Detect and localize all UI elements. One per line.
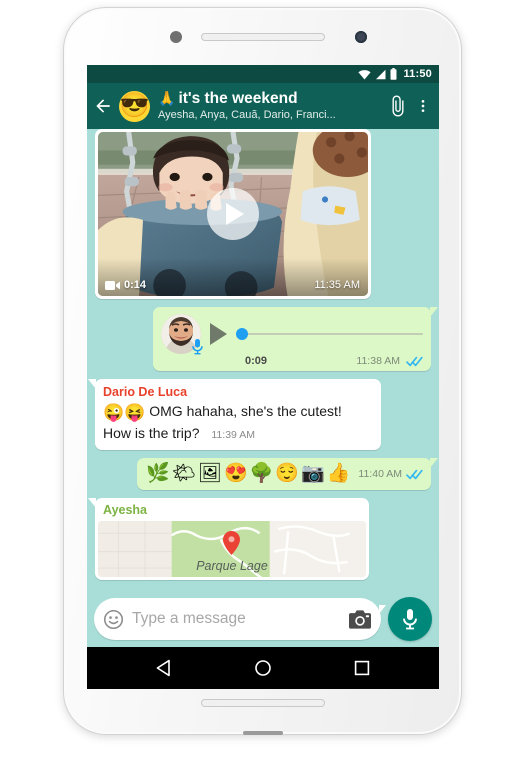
emoji-2: 🖼: [197, 463, 223, 484]
page-title: it's the weekend: [178, 90, 298, 107]
voice-message-bubble[interactable]: 0:09 11:38 AM: [153, 307, 438, 371]
chat-title-block[interactable]: 🙏 it's the weekend Ayesha, Anya, Cauã, D…: [156, 90, 381, 122]
video-thumbnail[interactable]: 0:14 11:35 AM: [98, 132, 368, 296]
video-camera-icon: [105, 280, 120, 290]
page-root: 11:50 😎 🙏 it's the weekend Ayesha, Anya,…: [0, 0, 525, 762]
chat-title-row: 🙏 it's the weekend: [158, 90, 381, 107]
emoji-4: 🌳: [249, 463, 274, 484]
voice-duration-text: 0:09: [245, 355, 268, 367]
message-sender-name: Ayesha: [103, 503, 148, 517]
voice-progress-slider[interactable]: [236, 326, 423, 342]
title-emoji: 🙏: [158, 90, 176, 106]
back-arrow-icon[interactable]: [93, 96, 113, 116]
avatar[interactable]: [161, 314, 203, 355]
voice-progress-knob[interactable]: [236, 328, 248, 340]
bubble-tail: [88, 498, 96, 508]
play-icon[interactable]: [207, 188, 259, 240]
nav-recents-square-icon[interactable]: [353, 659, 371, 677]
search-input[interactable]: Type a message: [132, 610, 341, 628]
map-pin-icon: [223, 531, 240, 555]
paperclip-icon[interactable]: [387, 95, 409, 117]
wifi-icon: [358, 69, 372, 79]
voice-progress-track: [236, 332, 423, 336]
chat-participants: Ayesha, Anya, Cauã, Dario, Franci...: [158, 109, 336, 121]
emoji-0: 🌿: [146, 463, 170, 484]
play-triangle: [226, 203, 244, 225]
video-duration: 0:14: [105, 279, 146, 291]
status-bar: 11:50: [87, 65, 439, 83]
message-timestamp: 11:38 AM: [356, 355, 400, 367]
message-composer: Type a message: [87, 591, 439, 647]
nav-back-triangle-icon[interactable]: [155, 659, 173, 677]
emoji-5: 😌: [275, 463, 300, 484]
message-timestamp: 11:40 AM: [358, 468, 402, 480]
smiley-icon[interactable]: [103, 609, 124, 630]
video-duration-text: 0:14: [124, 279, 147, 291]
message-row-emoji: 🌿 🌤 🖼 😍 🌳 😌 📷 👍 11:40 AM: [95, 458, 438, 490]
overflow-menu-icon[interactable]: [415, 95, 431, 117]
emoji-3: 😍: [224, 463, 248, 484]
emoji-6: 📷: [301, 463, 325, 484]
chat-app-bar: 😎 🙏 it's the weekend Ayesha, Anya, Cauã,…: [87, 83, 439, 129]
status-bar-clock: 11:50: [403, 67, 432, 80]
voice-record-button[interactable]: [388, 597, 432, 641]
emoji-message-meta: 11:40 AM: [358, 468, 423, 480]
bubble-tail: [430, 458, 438, 468]
message-row-location: Ayesha Parque Lage: [88, 498, 431, 580]
battery-icon: [390, 68, 397, 80]
message-timestamp: 11:39 AM: [211, 429, 255, 441]
text-message-bubble[interactable]: Dario De Luca 😜😝 OMG hahaha, she's the c…: [88, 379, 381, 450]
message-input-container[interactable]: Type a message: [94, 598, 386, 640]
front-camera-icon: [355, 31, 367, 43]
map-preview[interactable]: Parque Lage: [98, 521, 366, 577]
voice-message-meta: 0:09 11:38 AM: [161, 355, 423, 367]
earpiece-speaker: [200, 33, 325, 41]
avatar-emoji: 😎: [119, 92, 150, 119]
emoji-1: 🌤: [171, 463, 196, 484]
group-avatar[interactable]: 😎: [119, 90, 150, 122]
emoji-message-bubble[interactable]: 🌿 🌤 🖼 😍 🌳 😌 📷 👍 11:40 AM: [137, 458, 438, 490]
map-place-label: Parque Lage: [196, 559, 268, 573]
message-row-voice: 0:09 11:38 AM: [95, 307, 438, 371]
play-icon[interactable]: [210, 323, 227, 345]
phone-bezel: 11:50 😎 🙏 it's the weekend Ayesha, Anya,…: [64, 8, 461, 735]
video-timestamp: 11:35 AM: [314, 279, 360, 291]
message-emojis: 😜😝: [103, 403, 146, 422]
message-row-video: 0:14 11:35 AM: [95, 129, 431, 299]
charging-port: [242, 731, 283, 735]
phone-screen: 11:50 😎 🙏 it's the weekend Ayesha, Anya,…: [87, 65, 439, 689]
emoji-7: 👍: [326, 463, 351, 484]
microphone-icon: [403, 609, 417, 630]
nav-home-circle-icon[interactable]: [254, 659, 272, 677]
voice-message-controls: [161, 314, 423, 355]
message-row-text: Dario De Luca 😜😝 OMG hahaha, she's the c…: [88, 379, 431, 450]
message-list[interactable]: 0:14 11:35 AM 0:09 11:38 AM Dario De Luc…: [87, 129, 439, 605]
read-receipt-icon: [406, 356, 423, 366]
bubble-tail: [88, 379, 96, 389]
signal-icon: [376, 69, 386, 79]
message-sender-name: Dario De Luca: [103, 385, 188, 399]
phone-device-frame: 11:50 😎 🙏 it's the weekend Ayesha, Anya,…: [64, 8, 461, 735]
location-message-bubble[interactable]: Ayesha Parque Lage: [88, 498, 369, 580]
bubble-tail: [430, 307, 438, 317]
android-navigation-bar: [87, 647, 439, 689]
message-text: 😜😝 OMG hahaha, she's the cutest! How is …: [103, 401, 373, 445]
video-message-bubble[interactable]: 0:14 11:35 AM: [95, 129, 371, 299]
read-receipt-icon: [406, 469, 423, 479]
proximity-sensor-icon: [170, 31, 182, 43]
bottom-speaker-grille: [200, 699, 325, 707]
camera-icon[interactable]: [349, 609, 371, 629]
microphone-icon: [192, 339, 203, 355]
